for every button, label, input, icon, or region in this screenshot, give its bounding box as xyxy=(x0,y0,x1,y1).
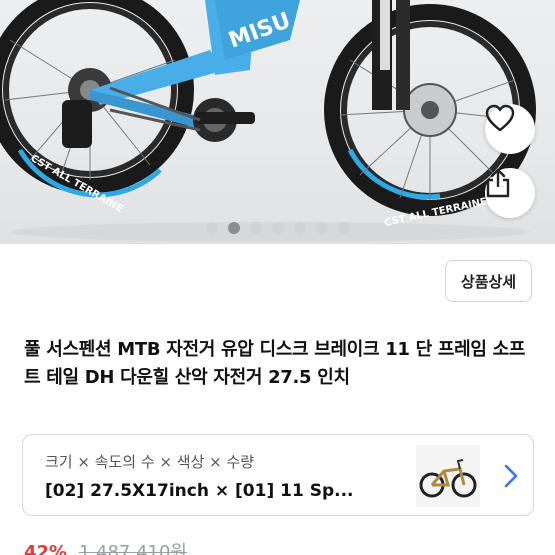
product-title: 풀 서스펜션 MTB 자전거 유압 디스크 브레이크 11 단 프레임 소프트 … xyxy=(24,339,526,388)
discount-rate: 42% xyxy=(24,542,68,555)
favorite-button[interactable] xyxy=(485,104,535,154)
bike-thumbnail-image xyxy=(416,445,480,507)
carousel-indicator xyxy=(0,222,555,234)
product-image-carousel[interactable]: MISU CST ALL TERRAINE CST ALL TERRAINE xyxy=(0,0,555,244)
heart-icon xyxy=(485,104,515,132)
bike-image: MISU CST ALL TERRAINE CST ALL TERRAINE xyxy=(0,0,536,242)
price-line: 42% 1,487,410원 xyxy=(24,538,187,555)
carousel-dot[interactable] xyxy=(227,222,240,234)
chevron-right-icon xyxy=(504,464,518,488)
carousel-dot[interactable] xyxy=(271,222,284,234)
share-icon xyxy=(486,168,510,198)
carousel-dot[interactable] xyxy=(293,222,306,234)
carousel-dot[interactable] xyxy=(249,222,262,234)
option-thumbnail xyxy=(416,445,480,507)
option-labels: 크기 × 속도의 수 × 색상 × 수량 xyxy=(45,453,255,471)
carousel-dot[interactable] xyxy=(315,222,328,234)
carousel-dot[interactable] xyxy=(337,222,350,234)
option-chevron-button[interactable] xyxy=(497,460,525,492)
option-selected-value: [02] 27.5X17inch × [01] 11 Sp... xyxy=(45,481,354,501)
share-button[interactable] xyxy=(485,168,535,218)
product-detail-button[interactable]: 상품상세 xyxy=(445,260,532,302)
carousel-dot[interactable] xyxy=(205,222,218,234)
option-selector[interactable]: 크기 × 속도의 수 × 색상 × 수량 [02] 27.5X17inch × … xyxy=(22,434,534,516)
original-price: 1,487,410원 xyxy=(78,542,187,555)
